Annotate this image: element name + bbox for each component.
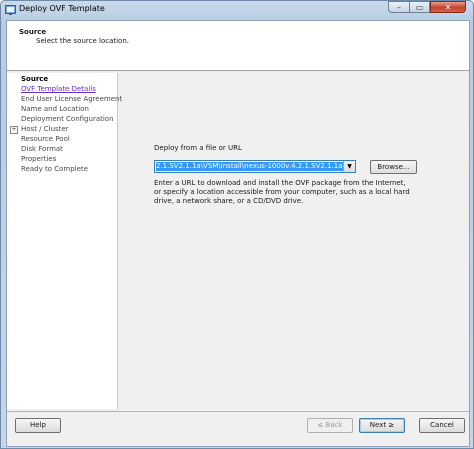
source-url-combobox[interactable]: 2.1.SV2.1.1a\VSM\Install\nexus-1000v.4.2…	[154, 160, 356, 173]
nav-step-resource-pool: Resource Pool	[21, 135, 70, 143]
footer-divider	[7, 411, 469, 412]
maximize-button[interactable]: ▭	[409, 1, 430, 13]
source-help-text: Enter a URL to download and install the …	[154, 179, 410, 205]
nav-step-source[interactable]: Source	[21, 75, 48, 83]
wizard-header: Source Select the source location.	[7, 21, 469, 71]
browse-button[interactable]: Browse...	[370, 160, 417, 174]
deploy-ovf-window: Deploy OVF Template – ▭ ✕ Source Select …	[0, 0, 474, 449]
minimize-button[interactable]: –	[388, 1, 409, 13]
nav-step-properties: Properties	[21, 155, 57, 163]
window-title: Deploy OVF Template	[19, 4, 105, 13]
step-subtitle: Select the source location.	[36, 37, 130, 45]
nav-step-deployment-configuration: Deployment Configuration	[21, 115, 114, 123]
source-url-input[interactable]: 2.1.SV2.1.1a\VSM\Install\nexus-1000v.4.2…	[156, 162, 343, 171]
dropdown-arrow-icon[interactable]: ▼	[343, 161, 355, 172]
nav-step-name-location: Name and Location	[21, 105, 89, 113]
vm-deploy-icon	[5, 5, 16, 15]
help-button[interactable]: Help	[15, 418, 61, 433]
title-bar[interactable]: Deploy OVF Template – ▭ ✕	[1, 1, 473, 18]
nav-step-ready-to-complete: Ready to Complete	[21, 165, 88, 173]
nav-step-disk-format: Disk Format	[21, 145, 63, 153]
next-button[interactable]: Next ≥	[359, 418, 405, 433]
close-button[interactable]: ✕	[430, 1, 466, 13]
window-controls: – ▭ ✕	[388, 1, 466, 14]
wizard-steps-nav: Source OVF Template Details End User Lic…	[7, 73, 122, 409]
deploy-from-label: Deploy from a file or URL	[154, 144, 242, 152]
back-button: ≤ Back	[307, 418, 353, 433]
wizard-body: Source Select the source location. Sourc…	[6, 20, 470, 447]
nav-step-eula: End User License Agreement	[21, 95, 123, 103]
cancel-button[interactable]: Cancel	[419, 418, 465, 433]
nav-step-host-cluster: Host / Cluster	[21, 125, 69, 133]
nav-step-ovf-template-details[interactable]: OVF Template Details	[21, 85, 96, 93]
source-panel: Deploy from a file or URL 2.1.SV2.1.1a\V…	[118, 73, 469, 409]
expand-icon[interactable]: +	[10, 126, 18, 134]
step-title: Source	[19, 28, 47, 36]
